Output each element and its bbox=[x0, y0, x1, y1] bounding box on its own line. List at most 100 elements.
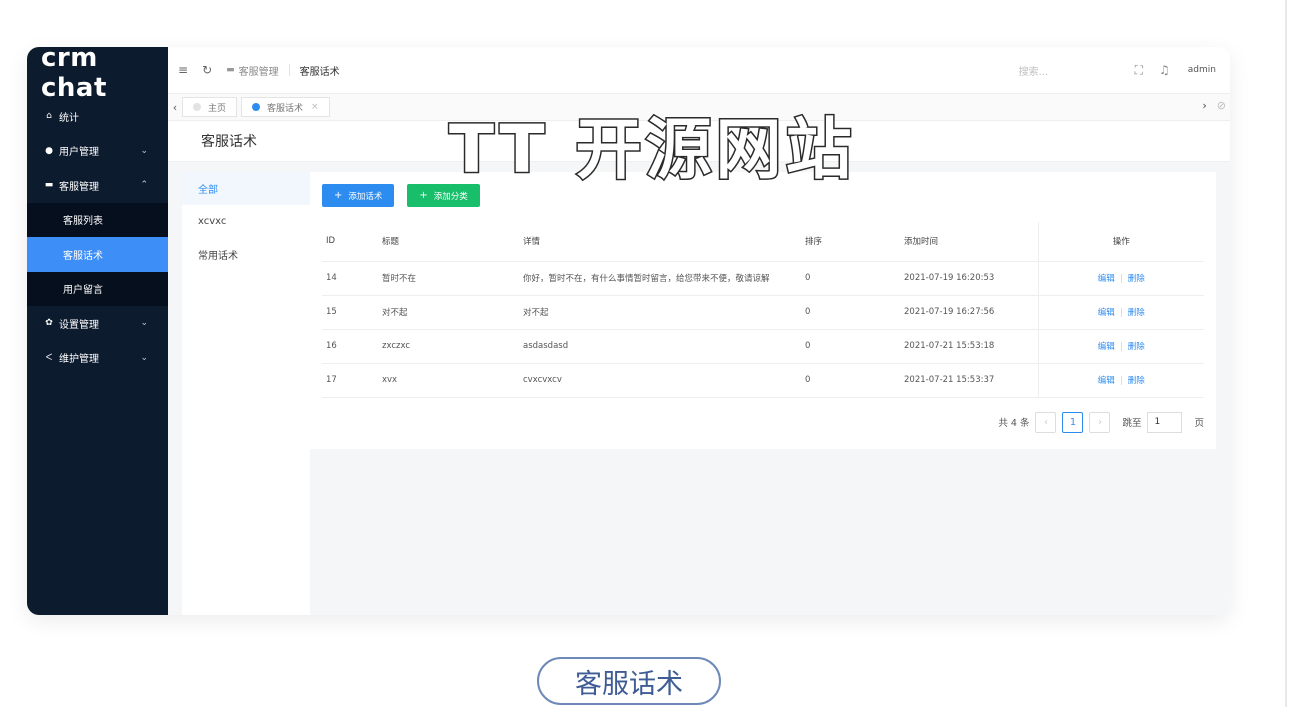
sidebar-subitem-service-list[interactable]: 客服列表 bbox=[27, 202, 168, 237]
cell-detail: 你好，暂时不在，有什么事情暂时留言，给您带来不便，敬请谅解 bbox=[519, 261, 801, 296]
cell-title: zxczxc bbox=[378, 329, 519, 364]
cell-detail: cvxcvxcv bbox=[519, 363, 801, 398]
plus-icon: + bbox=[334, 190, 343, 201]
sidebar-item-label: 客服管理 bbox=[59, 181, 99, 193]
sidebar-item-label: 维护管理 bbox=[59, 354, 99, 366]
prev-page-button[interactable]: ‹ bbox=[1035, 411, 1057, 433]
table-header-row: ID 标题 详情 排序 添加时间 操作 bbox=[322, 222, 1204, 262]
sidebar-subitem-label: 用户留言 bbox=[63, 285, 103, 297]
chat-icon: ▬ bbox=[44, 180, 54, 191]
gear-icon: ✿ bbox=[45, 318, 53, 329]
table-row: 17 xvx cvxcvxcv 0 2021-07-21 15:53:37 编辑… bbox=[322, 363, 1204, 398]
edit-link[interactable]: 编辑 bbox=[1098, 342, 1115, 352]
cell-time: 2021-07-19 16:20:53 bbox=[900, 261, 1038, 296]
sidebar-item-service[interactable]: ▬ 客服管理 ⌃ bbox=[27, 168, 168, 203]
breadcrumb-current: 客服话术 bbox=[299, 66, 340, 78]
tab-phrases[interactable]: 客服话术 × bbox=[241, 97, 330, 117]
category-item[interactable]: 常用话术 bbox=[182, 238, 310, 271]
column-header: 操作 bbox=[1037, 222, 1204, 262]
cell-time: 2021-07-21 15:53:18 bbox=[900, 329, 1038, 364]
cell-detail: 对不起 bbox=[519, 295, 801, 330]
column-header: 标题 bbox=[378, 222, 519, 262]
close-icon[interactable]: × bbox=[311, 102, 319, 112]
column-header: 详情 bbox=[519, 222, 801, 262]
cell-title: 暂时不在 bbox=[378, 261, 519, 296]
content-area: 全部 xcvxc 常用话术 + 添加话术 + 添加分类 ID 标题 详情 排序 … bbox=[168, 162, 1230, 615]
close-circle-icon[interactable]: ⊘ bbox=[1217, 99, 1226, 112]
delete-link[interactable]: 删除 bbox=[1128, 376, 1145, 386]
cell-id: 15 bbox=[322, 295, 378, 330]
chat-icon: ▬ bbox=[226, 65, 235, 75]
goto-label: 跳至 bbox=[1122, 418, 1142, 429]
delete-link[interactable]: 删除 bbox=[1128, 308, 1145, 318]
column-header: ID bbox=[322, 222, 378, 262]
home-icon: ⌂ bbox=[46, 111, 52, 122]
sidebar-item-stats[interactable]: ⌂ 统计 bbox=[27, 99, 168, 134]
chevron-down-icon: ⌄ bbox=[140, 145, 148, 156]
table-row: 15 对不起 对不起 0 2021-07-19 16:27:56 编辑 删除 bbox=[322, 295, 1204, 330]
sidebar-item-maintenance[interactable]: ᐸ 维护管理 ⌄ bbox=[27, 341, 168, 376]
logo: crm chat bbox=[41, 47, 107, 103]
breadcrumb-parent[interactable]: 客服管理 bbox=[239, 63, 279, 78]
cell-sort: 0 bbox=[801, 295, 900, 330]
delete-link[interactable]: 删除 bbox=[1128, 274, 1145, 284]
cell-sort: 0 bbox=[801, 261, 900, 296]
watermark-overlay: TT 开源网站 bbox=[448, 110, 856, 190]
phrase-table: ID 标题 详情 排序 添加时间 操作 14 暂时不在 你好，暂时不在，有什么事… bbox=[322, 222, 1204, 398]
chevron-up-icon: ⌃ bbox=[140, 180, 148, 191]
cell-time: 2021-07-19 16:27:56 bbox=[900, 295, 1038, 330]
wrench-icon: ᐸ bbox=[45, 352, 53, 363]
page-scrollbar[interactable] bbox=[1285, 0, 1287, 707]
cell-id: 16 bbox=[322, 329, 378, 364]
table-row: 14 暂时不在 你好，暂时不在，有什么事情暂时留言，给您带来不便，敬请谅解 0 … bbox=[322, 261, 1204, 296]
bell-icon[interactable]: ♫ bbox=[1159, 63, 1170, 77]
cell-time: 2021-07-21 15:53:37 bbox=[900, 363, 1038, 398]
category-item[interactable]: 全部 bbox=[182, 172, 310, 205]
tab-dot bbox=[193, 103, 201, 111]
phrase-list-card: + 添加话术 + 添加分类 ID 标题 详情 排序 添加时间 操作 14 暂时不… bbox=[310, 172, 1216, 449]
add-phrase-button[interactable]: + 添加话术 bbox=[322, 184, 395, 207]
edit-link[interactable]: 编辑 bbox=[1098, 274, 1115, 284]
chevron-down-icon: ⌄ bbox=[140, 352, 148, 363]
next-page-button[interactable]: › bbox=[1089, 411, 1111, 433]
tab-dot bbox=[252, 103, 261, 111]
cell-detail: asdasdasd bbox=[519, 329, 801, 364]
menu-toggle-icon[interactable]: ≡ bbox=[178, 63, 188, 77]
cell-id: 17 bbox=[322, 363, 378, 398]
user-menu[interactable]: admin bbox=[1188, 65, 1216, 75]
sidebar-subitem-phrases[interactable]: 客服话术 bbox=[27, 237, 168, 272]
goto-page-input[interactable]: 1 bbox=[1147, 411, 1183, 433]
sidebar-subitem-messages[interactable]: 用户留言 bbox=[27, 271, 168, 306]
tab-home[interactable]: 主页 bbox=[182, 97, 238, 117]
category-item[interactable]: xcvxc bbox=[182, 205, 310, 238]
category-panel: 全部 xcvxc 常用话术 bbox=[182, 172, 310, 615]
sidebar-item-settings[interactable]: ✿ 设置管理 ⌄ bbox=[27, 306, 168, 341]
page-unit-label: 页 bbox=[1194, 418, 1204, 429]
breadcrumb-divider bbox=[288, 64, 290, 76]
cell-title: 对不起 bbox=[378, 295, 519, 330]
sidebar-item-label: 用户管理 bbox=[59, 147, 99, 159]
delete-link[interactable]: 删除 bbox=[1128, 342, 1145, 352]
pagination-total: 共 4 条 bbox=[998, 418, 1030, 429]
sidebar-subitem-label: 客服列表 bbox=[63, 216, 103, 228]
fullscreen-icon[interactable]: ⛶ bbox=[1135, 63, 1143, 78]
sidebar: crm chat ⌂ 统计 ● 用户管理 ⌄ ▬ 客服管理 ⌃ 客服列表 客服话… bbox=[27, 47, 168, 615]
refresh-icon[interactable]: ↻ bbox=[202, 63, 212, 77]
sidebar-item-label: 统计 bbox=[59, 112, 79, 124]
edit-link[interactable]: 编辑 bbox=[1098, 308, 1115, 318]
chevron-left-icon[interactable]: ‹ bbox=[168, 101, 182, 114]
plus-icon: + bbox=[419, 190, 428, 201]
cell-id: 14 bbox=[322, 261, 378, 296]
sidebar-item-label: 设置管理 bbox=[59, 319, 99, 331]
topbar: ≡ ↻ ▬ 客服管理 客服话术 搜索... ⛶ ♫ admin bbox=[168, 47, 1230, 93]
sidebar-item-users[interactable]: ● 用户管理 ⌄ bbox=[27, 134, 168, 169]
chevron-right-icon[interactable]: › bbox=[1202, 99, 1206, 112]
tab-label: 主页 bbox=[208, 103, 227, 114]
cell-sort: 0 bbox=[801, 363, 900, 398]
page-number-button[interactable]: 1 bbox=[1062, 411, 1084, 433]
chevron-down-icon: ⌄ bbox=[140, 318, 148, 329]
cell-title: xvx bbox=[378, 363, 519, 398]
search-input[interactable]: 搜索... bbox=[1019, 63, 1119, 78]
tab-label: 客服话术 bbox=[267, 103, 304, 114]
edit-link[interactable]: 编辑 bbox=[1098, 376, 1115, 386]
